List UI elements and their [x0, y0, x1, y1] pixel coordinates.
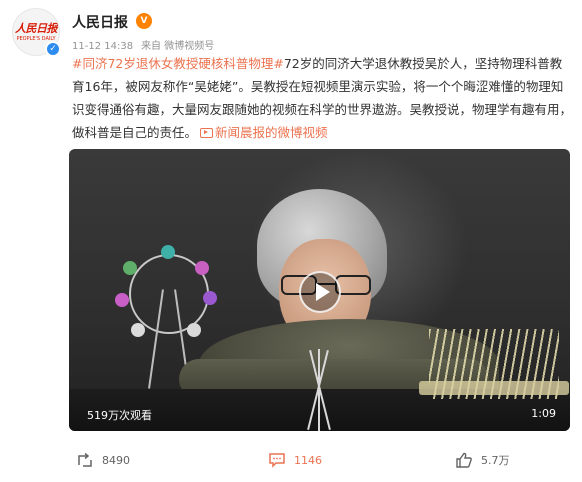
avatar[interactable]: 人民日报 PEOPLE'S DAILY ✓: [12, 8, 61, 57]
comment-button[interactable]: 1146: [268, 450, 322, 470]
video-duration: 1:09: [531, 407, 556, 420]
account-name[interactable]: 人民日报: [72, 12, 128, 32]
verified-icon: ✓: [45, 41, 61, 57]
like-count: 5.7万: [481, 454, 510, 467]
badge-icon[interactable]: V: [136, 13, 152, 29]
post-header: 人民日报 PEOPLE'S DAILY ✓ 人民日报 V 11-12 14:38…: [0, 0, 582, 58]
like-icon: [456, 452, 472, 468]
tower-model: [289, 349, 349, 431]
view-count: 519万次观看: [87, 409, 152, 422]
comment-count: 1146: [294, 453, 322, 467]
like-button[interactable]: 5.7万: [455, 450, 510, 470]
post-meta: 11-12 14:38 来自 微博视频号: [72, 37, 214, 52]
repost-icon: [78, 452, 92, 467]
video-link-icon: [200, 128, 214, 138]
comment-icon: [269, 453, 285, 468]
source-video-link[interactable]: 新闻晨报的微博视频: [215, 125, 328, 140]
repost-count: 8490: [102, 453, 130, 467]
avatar-logo-text: 人民日报: [15, 21, 58, 35]
action-bar: 8490 1146 5.7万: [0, 440, 582, 480]
hashtag-link[interactable]: #同济72岁退休女教授硬核科普物理#: [72, 56, 284, 71]
video-player[interactable]: 519万次观看 1:09: [69, 149, 570, 431]
post-source: 来自 微博视频号: [141, 41, 215, 52]
play-icon[interactable]: [299, 271, 341, 313]
repost-button[interactable]: 8490: [76, 450, 130, 470]
post-text: #同济72岁退休女教授硬核科普物理#72岁的同济大学退休教授吴於人，坚持物理科普…: [72, 52, 572, 144]
post-time[interactable]: 11-12 14:38: [72, 41, 133, 52]
strandbeest-base: [419, 381, 569, 395]
